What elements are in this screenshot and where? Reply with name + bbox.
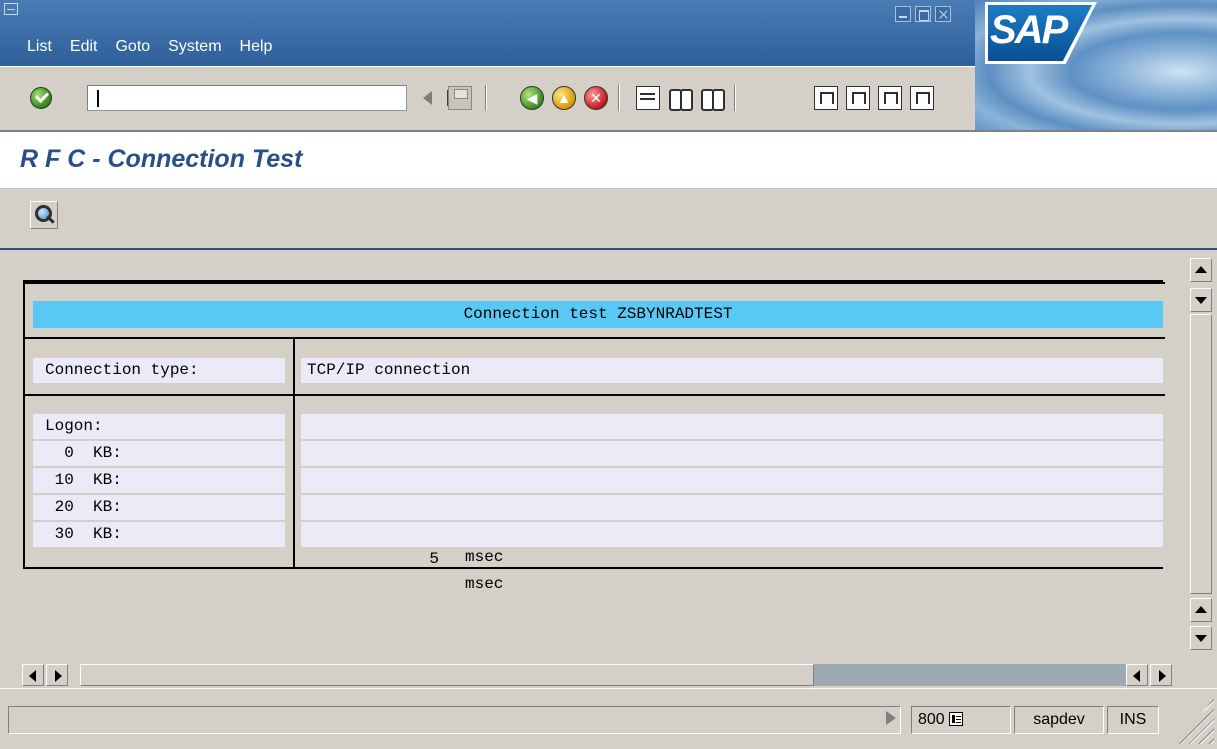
close-icon[interactable]	[935, 6, 951, 22]
toolbar-separator	[734, 85, 736, 111]
application-toolbar	[0, 188, 1217, 248]
status-message	[8, 706, 901, 734]
print-icon[interactable]	[636, 86, 660, 110]
sap-logo-text: SAP	[990, 8, 1068, 52]
scroll-right-button[interactable]	[46, 664, 68, 686]
client-number: 800	[918, 711, 945, 728]
right-arrow-icon	[55, 670, 62, 682]
row-label: 10 KB:	[33, 468, 285, 493]
toolbar-separator	[618, 85, 620, 111]
back-arrow-icon[interactable]	[423, 91, 432, 105]
list-item: 4 msec	[301, 468, 1163, 539]
system-menu-icon[interactable]	[4, 3, 18, 15]
page-up-button[interactable]	[1190, 598, 1212, 622]
text-cursor	[97, 90, 99, 107]
list-item: 2 msec	[301, 414, 1163, 485]
minimize-icon[interactable]	[895, 6, 911, 22]
up-arrow-icon	[1195, 606, 1207, 613]
back-glyph: ◀	[526, 90, 538, 106]
window-controls	[895, 6, 951, 22]
row-unit: msec	[465, 575, 504, 593]
screen-title-bar: R F C - Connection Test	[0, 132, 1217, 188]
row-unit: msec	[465, 548, 504, 566]
row-value: 5	[429, 550, 439, 568]
menu-edit[interactable]: Edit	[61, 34, 107, 59]
next-page-icon[interactable]	[878, 86, 902, 110]
row-label: 30 KB:	[33, 522, 285, 547]
find-next-icon[interactable]	[700, 86, 725, 111]
standard-toolbar: ◀ ▲ ✕	[0, 66, 975, 130]
list-item: 5 msec	[301, 522, 1163, 593]
scroll-down-button[interactable]	[1190, 626, 1212, 650]
horizontal-scroll-thumb[interactable]	[80, 664, 814, 686]
cancel-glyph: ✕	[590, 90, 602, 106]
test-connection-button[interactable]	[30, 201, 58, 229]
back-icon[interactable]: ◀	[520, 86, 544, 110]
scroll-left-button[interactable]	[22, 664, 44, 686]
up-arrow-icon	[1195, 266, 1207, 273]
status-mode[interactable]: INS	[1107, 706, 1159, 734]
menu-system[interactable]: System	[159, 34, 230, 59]
page-down-button[interactable]	[1190, 288, 1212, 312]
toolbar-separator	[485, 85, 487, 111]
right-arrow-icon	[1159, 670, 1166, 682]
maximize-icon[interactable]	[915, 6, 931, 22]
list-divider	[25, 394, 1165, 396]
previous-page-icon[interactable]	[846, 86, 870, 110]
menu-list[interactable]: List	[18, 34, 61, 59]
exit-glyph: ▲	[557, 90, 571, 106]
scroll-up-button[interactable]	[1190, 258, 1212, 282]
status-bar: 800 sapdev INS	[0, 688, 1217, 749]
row-label: 20 KB:	[33, 495, 285, 520]
left-arrow-icon	[29, 670, 36, 682]
row-label: 0 KB:	[33, 441, 285, 466]
list-divider	[25, 337, 1165, 339]
scroll-thumb[interactable]	[1190, 314, 1212, 594]
command-field[interactable]	[87, 85, 461, 111]
menu-help[interactable]: Help	[231, 34, 282, 59]
session-list-icon[interactable]	[949, 712, 963, 726]
find-icon[interactable]	[668, 86, 693, 111]
list-column-divider	[293, 339, 295, 569]
list-top-border	[25, 282, 1165, 284]
horizontal-scrollbar[interactable]	[22, 664, 1174, 686]
last-page-icon[interactable]	[910, 86, 934, 110]
vertical-scrollbar[interactable]	[1190, 258, 1214, 653]
enter-check-icon[interactable]	[30, 87, 52, 109]
menu-goto[interactable]: Goto	[106, 34, 159, 59]
first-page-icon[interactable]	[814, 86, 838, 110]
page-title: R F C - Connection Test	[20, 145, 303, 173]
scroll-left-button-2[interactable]	[1126, 664, 1148, 686]
connection-test-list: Connection test ZSBYNRADTEST Connection …	[23, 280, 1165, 593]
list-item: 3 msec	[301, 441, 1163, 512]
horizontal-scroll-track[interactable]	[814, 664, 1140, 686]
list-item: 4 msec	[301, 495, 1163, 566]
down-arrow-icon	[1195, 635, 1207, 642]
exit-icon[interactable]: ▲	[552, 86, 576, 110]
scroll-right-button-2[interactable]	[1150, 664, 1172, 686]
save-icon[interactable]	[448, 86, 472, 110]
row-label: Logon:	[33, 414, 285, 439]
menu-bar: List Edit Goto System Help	[18, 34, 281, 59]
status-expand-icon[interactable]	[886, 711, 896, 725]
down-arrow-icon	[1195, 297, 1207, 304]
magnifier-handle	[46, 215, 55, 224]
left-arrow-icon	[1133, 670, 1140, 682]
connection-type-value: TCP/IP connection	[301, 358, 1163, 383]
list-header: Connection test ZSBYNRADTEST	[33, 301, 1163, 328]
connection-type-label: Connection type:	[33, 358, 285, 383]
status-server: sapdev	[1014, 706, 1104, 734]
cancel-icon[interactable]: ✕	[584, 86, 608, 110]
